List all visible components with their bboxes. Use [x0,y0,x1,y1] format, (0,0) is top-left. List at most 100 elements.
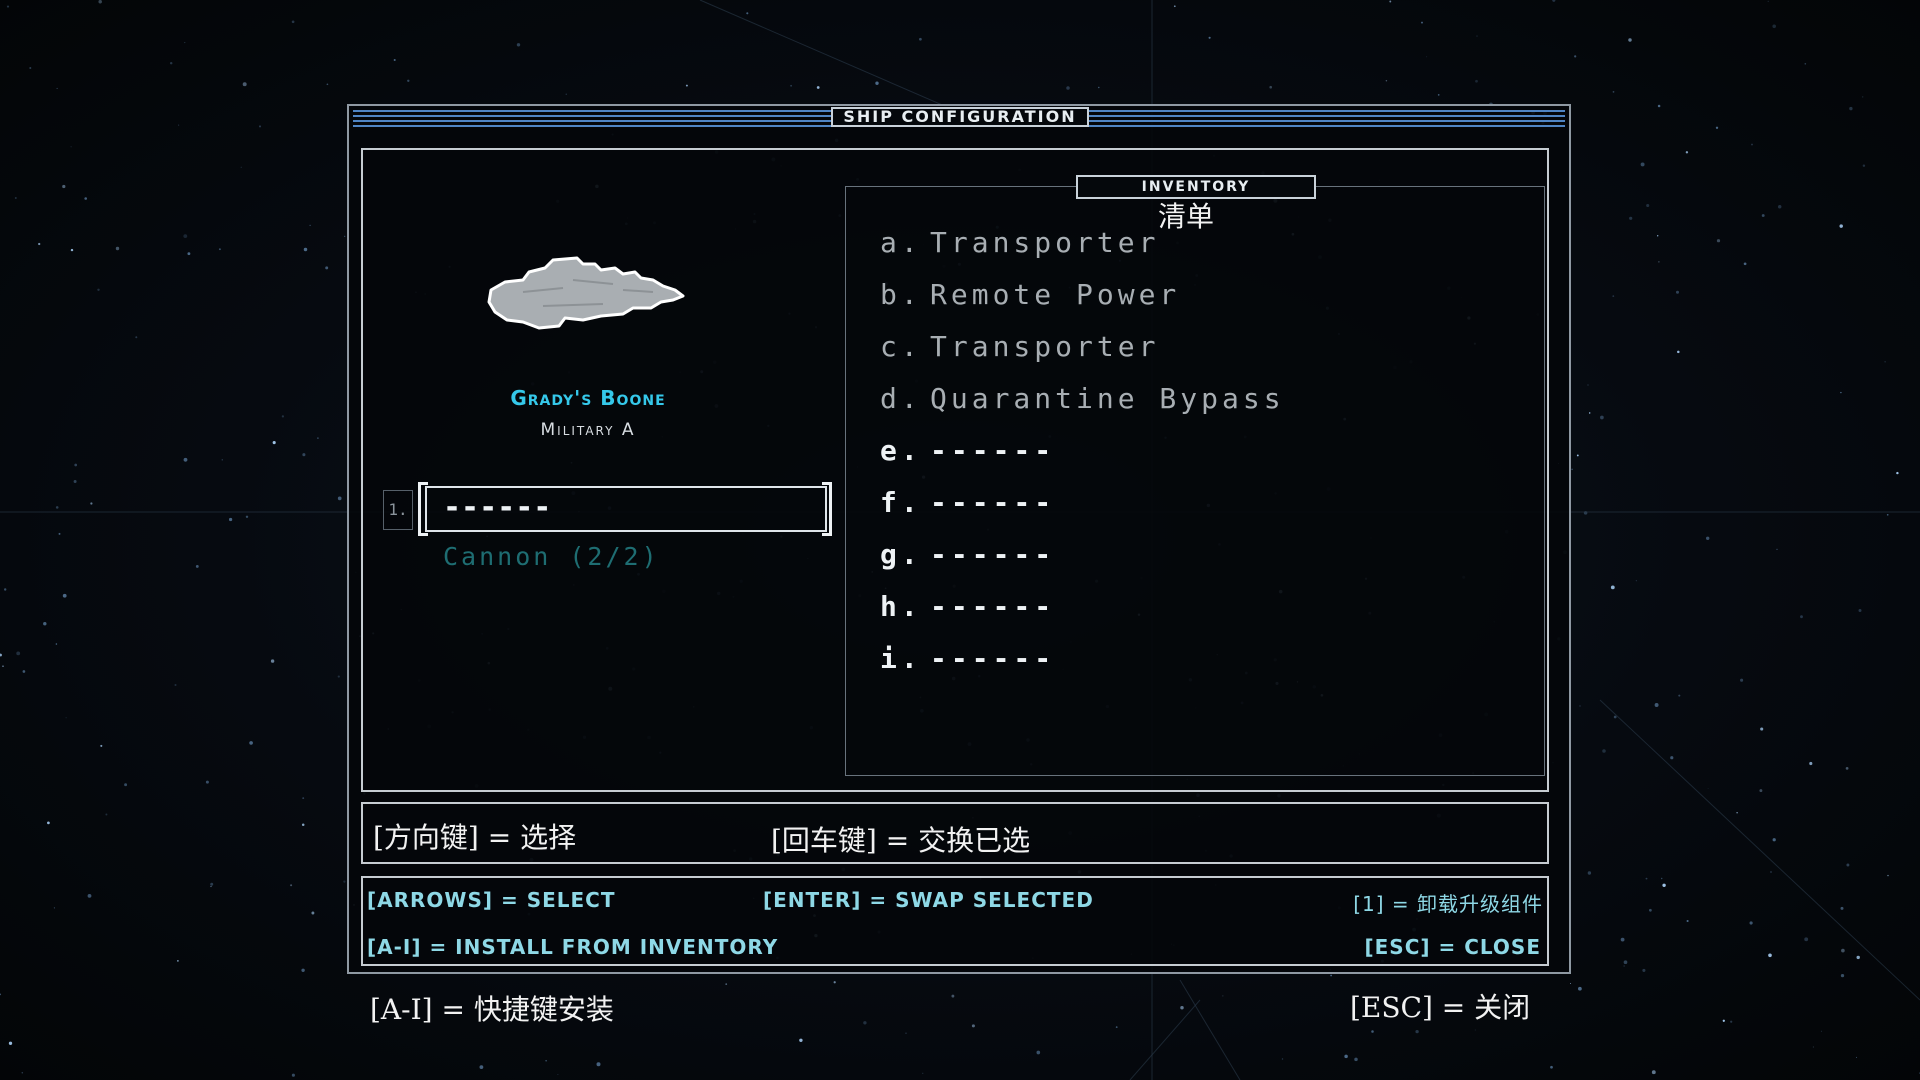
star [245,515,249,519]
star [1862,96,1864,98]
star [746,12,749,15]
star [1649,908,1652,912]
star [1706,536,1710,540]
star [1716,239,1721,243]
star [407,79,410,82]
inventory-item[interactable]: d. Quarantine Bypass [880,373,1285,425]
star [545,1060,547,1062]
inventory-item[interactable]: f. ------ [880,477,1285,529]
inventory-item[interactable]: b. Remote Power [880,269,1285,321]
star [1740,678,1744,682]
star [1841,948,1845,953]
star [1772,24,1776,29]
star [177,960,179,962]
star [1612,91,1615,93]
inventory-item[interactable]: i. ------ [880,633,1285,685]
star [1269,85,1272,89]
star [1657,235,1659,237]
star [1884,361,1886,363]
star [1623,965,1625,967]
ship-configuration-window: SHIP CONFIGURATION Grady's Boone Militar… [347,104,1571,974]
star [22,670,26,673]
star [62,184,66,189]
star [1612,295,1615,297]
star [725,983,728,985]
ship-class: Military A [540,420,636,440]
inventory-item[interactable]: c. Transporter [880,321,1285,373]
star [1613,715,1617,719]
hint-install-cn: [A-I] = 快捷键安装 [370,993,614,1026]
star [249,741,253,745]
star [1896,471,1899,475]
star [0,993,1,996]
star [272,441,276,445]
star [1620,937,1625,942]
star [1685,151,1689,154]
star [1770,871,1772,873]
inventory-item[interactable]: a. Transporter [880,217,1285,269]
star [1759,789,1763,793]
star [1840,906,1844,910]
star [169,61,173,65]
star [951,994,955,998]
star [596,1062,601,1067]
inventory-item-label: Remote Power [930,278,1181,311]
star [205,780,209,784]
star [1777,205,1782,209]
star [1570,983,1572,984]
star [1846,863,1850,867]
star [1474,1029,1476,1031]
star [557,1073,559,1075]
star [1743,262,1747,266]
weapon-slot[interactable]: ------ [425,486,827,532]
star [1658,261,1660,263]
inventory-item-key: e. [880,434,922,467]
star [1751,143,1753,146]
star [105,813,108,816]
inventory-item-key: b. [880,278,922,311]
star [1657,104,1661,108]
star [1749,921,1753,925]
star [337,496,342,501]
control-close: [ESC] = CLOSE [1364,935,1541,959]
star [1635,580,1637,582]
star [98,0,102,4]
star [1588,412,1591,414]
inventory-item[interactable]: e. ------ [880,425,1285,477]
star [97,288,100,291]
star [183,234,188,239]
star [1715,126,1719,129]
star [184,42,186,44]
star [863,1021,867,1025]
star [1415,1029,1419,1034]
star [1578,986,1582,991]
star [270,659,275,663]
star [1344,1054,1348,1059]
star [6,5,10,8]
inventory-panel: INVENTORY 清单 a. Transporter b. Remote Power… [845,175,1545,776]
star [1066,86,1070,90]
star [1855,1056,1858,1058]
star [1839,224,1843,228]
inventory-item[interactable]: h. ------ [880,581,1285,633]
space-line [1129,999,1201,1080]
star [1662,883,1666,887]
star [1642,968,1646,972]
star [135,336,138,339]
star [1776,548,1778,551]
star [1654,703,1659,707]
inventory-item[interactable]: g. ------ [880,529,1285,581]
star [1670,756,1674,760]
star [43,622,47,626]
star [58,532,61,535]
star [565,93,567,95]
star [516,43,521,47]
star [1678,694,1681,697]
star [1722,1019,1725,1022]
star [29,66,32,70]
star [53,907,55,909]
star [325,266,329,270]
space-line [1179,979,1241,1080]
star [1730,1020,1733,1023]
space-line [1599,699,1920,1001]
